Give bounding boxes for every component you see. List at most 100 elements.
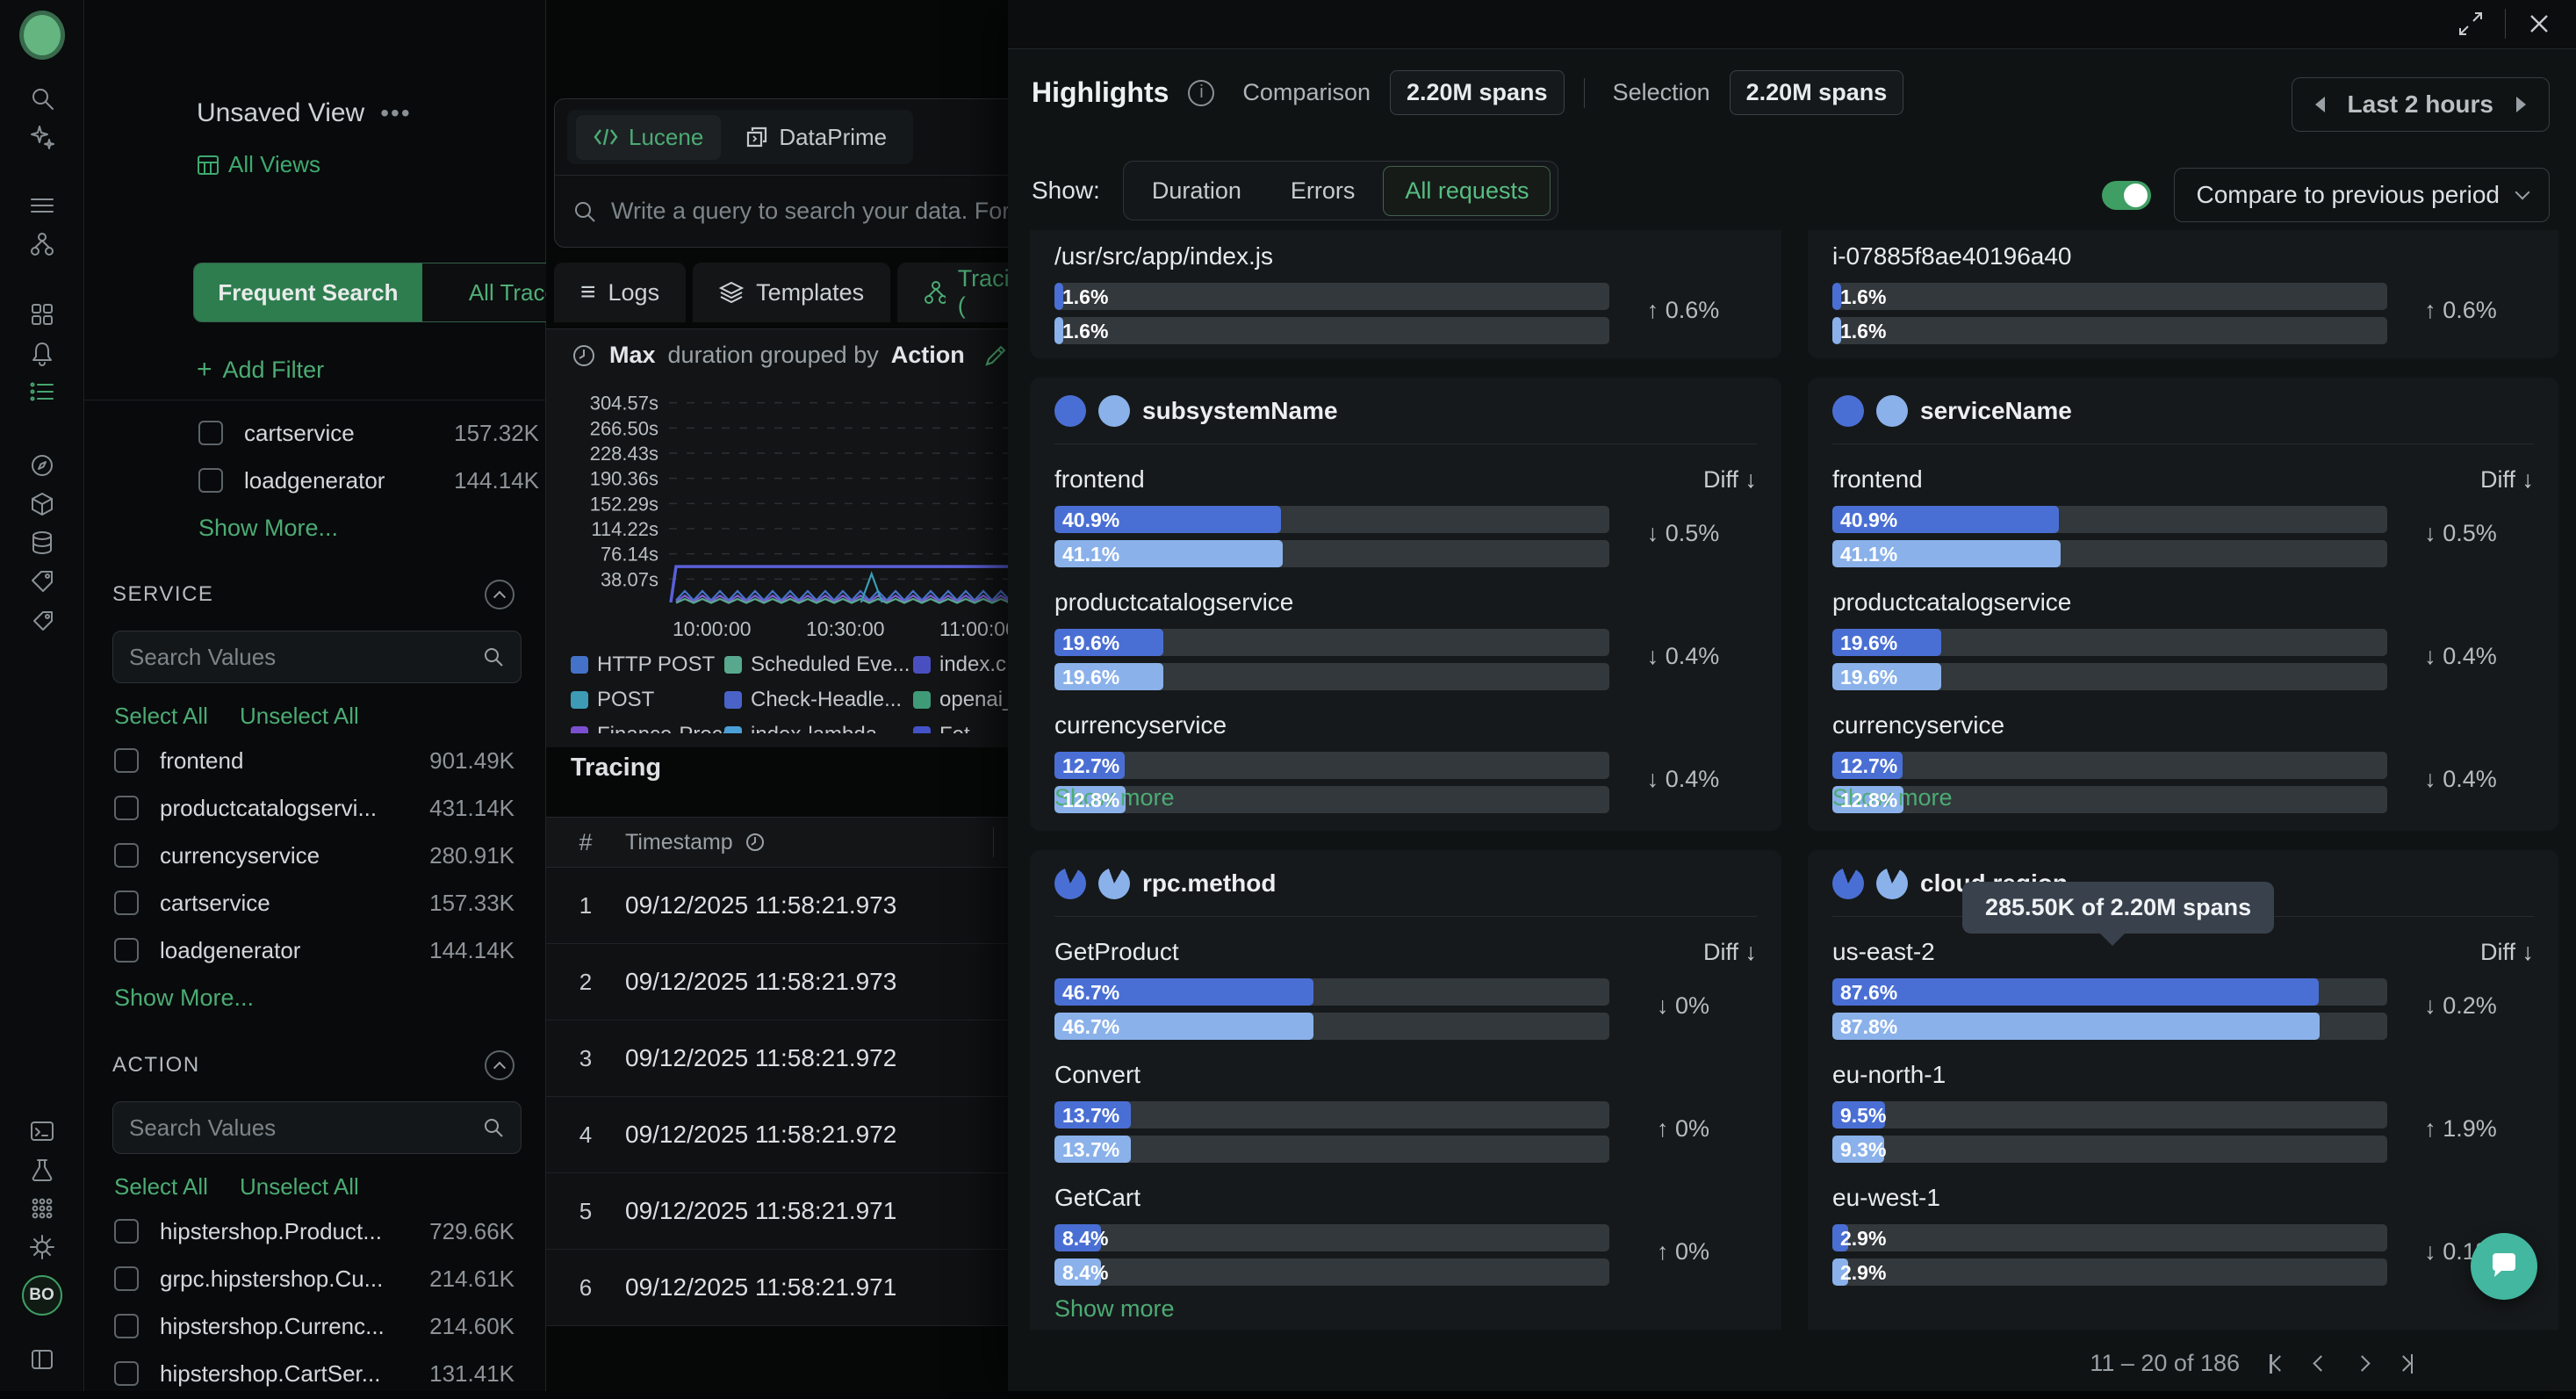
checkbox[interactable]	[114, 843, 139, 868]
list-item[interactable]: frontend901.49K	[112, 739, 522, 782]
comparison-bar[interactable]: 12.7%	[1054, 752, 1609, 779]
search-values-input[interactable]: Search Values	[112, 631, 522, 683]
tab-templates[interactable]: Templates	[693, 263, 890, 322]
comparison-bar[interactable]: 40.9%	[1054, 506, 1609, 533]
list-item[interactable]: cartservice157.33K	[112, 881, 522, 925]
unselect-all-link[interactable]: Unselect All	[240, 1173, 359, 1201]
duration-line-chart[interactable]: 304.57s266.50s228.43s190.36s152.29s114.2…	[546, 378, 1038, 641]
explore-list-icon[interactable]	[23, 372, 61, 411]
package-icon[interactable]	[23, 485, 61, 523]
highlight-card-service[interactable]: serviceName frontendDiff ↓ 40.9% 41.1% ↓…	[1808, 378, 2558, 831]
legend-item[interactable]: Check-Headle...	[724, 688, 913, 712]
pagination-next-icon[interactable]	[2357, 1358, 2368, 1369]
checkbox[interactable]	[114, 796, 139, 820]
table-row[interactable]: 309/12/2025 11:58:21.972	[546, 1020, 1038, 1097]
brand-logo-icon[interactable]	[19, 11, 65, 60]
dashboard-grid-icon[interactable]	[23, 295, 61, 334]
comparison-bar[interactable]: 19.6%	[1054, 629, 1609, 656]
selection-bar[interactable]: 1.6%	[1054, 317, 1609, 344]
diff-sort-header[interactable]: Diff ↓	[2480, 466, 2534, 494]
list-item[interactable]: productcatalogservi...431.14K	[112, 786, 522, 830]
comparison-bar[interactable]: 13.7%	[1054, 1101, 1609, 1129]
table-row[interactable]: 609/12/2025 11:58:21.971g	[546, 1250, 1038, 1326]
list-item[interactable]: loadgenerator144.14K	[112, 928, 522, 972]
highlight-card-file[interactable]: /usr/src/app/index.js 1.6% 1.6% ↑ 0.6%	[1030, 230, 1781, 358]
selection-bar[interactable]: 87.8%	[1832, 1013, 2387, 1040]
ai-sparkles-icon[interactable]	[23, 118, 61, 156]
show-option-errors[interactable]: Errors	[1270, 167, 1377, 215]
legend-item[interactable]: Scheduled Eve...	[724, 653, 913, 677]
tab-lucene[interactable]: Lucene	[576, 115, 721, 160]
user-avatar[interactable]: BO	[22, 1275, 62, 1316]
checkbox[interactable]	[114, 1219, 139, 1244]
all-views-link[interactable]: All Views	[197, 151, 320, 178]
next-range-icon[interactable]	[2516, 97, 2526, 112]
highlight-card-rpc-method[interactable]: rpc.method GetProductDiff ↓ 46.7% 46.7% …	[1030, 850, 1781, 1330]
close-icon[interactable]	[2527, 11, 2551, 36]
compare-period-dropdown[interactable]: Compare to previous period	[2174, 168, 2550, 222]
view-options-icon[interactable]: •••	[380, 99, 411, 127]
pagination-last-icon[interactable]	[2398, 1354, 2414, 1374]
comparison-bar[interactable]: 19.6%	[1832, 629, 2387, 656]
selection-bar[interactable]: 19.6%	[1832, 663, 2387, 690]
checkbox[interactable]	[114, 1314, 139, 1338]
chat-bubble-button[interactable]	[2471, 1233, 2537, 1300]
comparison-bar[interactable]: 2.9%	[1832, 1224, 2387, 1251]
lab-flask-icon[interactable]	[23, 1150, 61, 1189]
selection-bar[interactable]: 19.6%	[1054, 663, 1609, 690]
list-item[interactable]: loadgenerator 144.14K	[169, 458, 546, 502]
terminal-icon[interactable]	[23, 1112, 61, 1150]
highlight-card-subsystem[interactable]: subsystemName frontendDiff ↓ 40.9% 41.1%…	[1030, 378, 1781, 831]
edit-pencil-icon[interactable]	[983, 343, 1008, 368]
list-item[interactable]: hipstershop.Product...729.66K	[112, 1209, 522, 1253]
comparison-bar[interactable]: 1.6%	[1832, 283, 2387, 310]
table-row[interactable]: 109/12/2025 11:58:21.973	[546, 868, 1038, 944]
selection-bar[interactable]: 46.7%	[1054, 1013, 1609, 1040]
checkbox[interactable]	[114, 748, 139, 773]
checkbox[interactable]	[114, 891, 139, 915]
show-option-all-requests[interactable]: All requests	[1383, 166, 1551, 216]
pagination-first-icon[interactable]	[2270, 1354, 2285, 1374]
checkbox[interactable]	[198, 421, 223, 445]
tag-alt-icon[interactable]	[23, 601, 61, 639]
table-header[interactable]: # Timestamp A	[546, 817, 1038, 868]
highlight-card-instance[interactable]: i-07885f8ae40196a40 1.6% 1.6% ↑ 0.6%	[1808, 230, 2558, 358]
show-more-link[interactable]: Show More...	[198, 515, 546, 542]
show-option-duration[interactable]: Duration	[1131, 167, 1263, 215]
diff-sort-header[interactable]: Diff ↓	[1703, 939, 1757, 966]
time-range-picker[interactable]: Last 2 hours	[2292, 77, 2550, 132]
legend-item[interactable]: HTTP POST	[571, 653, 724, 677]
show-more-link[interactable]: Show more	[1054, 1295, 1175, 1323]
checkbox[interactable]	[114, 1361, 139, 1386]
comparison-bar[interactable]: 1.6%	[1054, 283, 1609, 310]
info-icon[interactable]: i	[1188, 80, 1214, 106]
selection-bar[interactable]: 8.4%	[1054, 1258, 1609, 1286]
tab-frequent-search[interactable]: Frequent Search	[194, 263, 422, 321]
list-item[interactable]: cartservice 157.32K	[169, 411, 546, 455]
diff-sort-header[interactable]: Diff ↓	[1703, 466, 1757, 494]
compass-icon[interactable]	[23, 446, 61, 485]
collapse-section-icon[interactable]	[485, 580, 514, 609]
collapse-panel-icon[interactable]	[23, 1340, 61, 1379]
menu-lines-icon[interactable]	[23, 186, 61, 225]
list-item[interactable]: currencyservice280.91K	[112, 833, 522, 877]
pagination-previous-icon[interactable]	[2315, 1358, 2327, 1369]
database-icon[interactable]	[23, 523, 61, 562]
collapse-section-icon[interactable]	[485, 1050, 514, 1080]
compare-toggle[interactable]	[2102, 181, 2151, 210]
comparison-bar[interactable]: 8.4%	[1054, 1224, 1609, 1251]
search-icon[interactable]	[23, 79, 61, 118]
list-item[interactable]: grpc.hipstershop.Cu...214.61K	[112, 1257, 522, 1301]
comparison-bar[interactable]: 9.5%	[1832, 1101, 2387, 1129]
column-timestamp[interactable]: Timestamp	[625, 830, 766, 855]
trace-flow-icon[interactable]	[23, 225, 61, 263]
add-filter-button[interactable]: + Add Filter	[197, 355, 324, 385]
settings-gear-icon[interactable]	[23, 1228, 61, 1266]
selection-bar[interactable]: 1.6%	[1832, 317, 2387, 344]
search-values-input[interactable]: Search Values	[112, 1101, 522, 1154]
table-row[interactable]: 509/12/2025 11:58:21.971	[546, 1173, 1038, 1250]
diff-sort-header[interactable]: Diff ↓	[2480, 939, 2534, 966]
select-all-link[interactable]: Select All	[114, 1173, 208, 1201]
alerts-bell-icon[interactable]	[23, 334, 61, 372]
checkbox[interactable]	[114, 1266, 139, 1291]
